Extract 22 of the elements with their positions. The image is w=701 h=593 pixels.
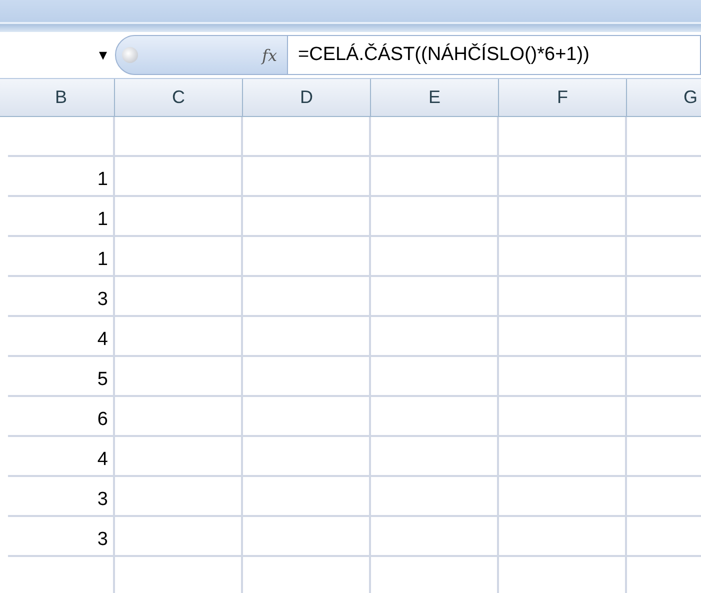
table-cell: 6 <box>8 397 115 437</box>
table-cell: 1 <box>8 197 115 237</box>
table-cell: 3 <box>8 517 115 557</box>
formula-field[interactable]: =CELÁ.ČÁST((NÁHČÍSLO()*6+1)) <box>288 35 701 75</box>
table-cell: 1 <box>8 157 115 197</box>
table-cell: 1 <box>8 237 115 277</box>
column-header[interactable]: C <box>115 79 243 117</box>
column-header[interactable]: B <box>8 79 115 117</box>
grip-icon <box>122 47 138 63</box>
table-cell: 3 <box>8 477 115 517</box>
table-cell: 4 <box>8 317 115 357</box>
formula-bar-handle[interactable]: fx <box>115 35 288 75</box>
header-corner <box>0 79 8 117</box>
column-header[interactable]: F <box>499 79 627 117</box>
table-cell: 5 <box>8 357 115 397</box>
column-header[interactable]: G <box>627 79 701 117</box>
dropdown-arrow[interactable]: ▾ <box>98 47 107 63</box>
column-header[interactable]: D <box>243 79 371 117</box>
insert-function-button[interactable]: fx <box>262 46 277 64</box>
table-cell: 3 <box>8 277 115 317</box>
table-cell: 4 <box>8 437 115 477</box>
column-header[interactable]: E <box>371 79 499 117</box>
